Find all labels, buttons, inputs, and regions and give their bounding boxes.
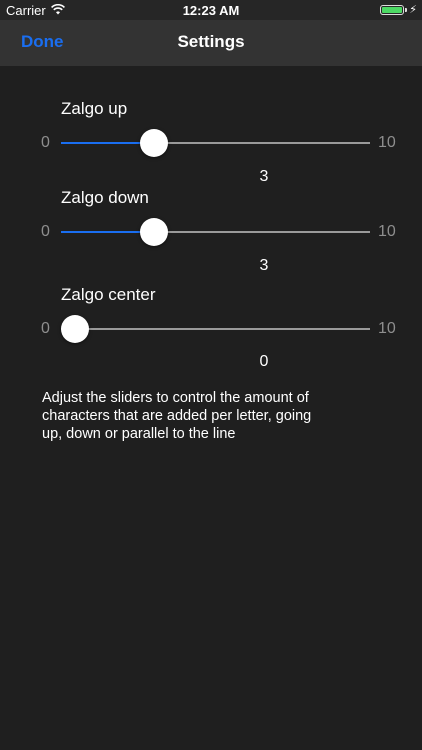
status-bar: Carrier 12:23 AM ⚡	[0, 0, 422, 20]
help-text: Adjust the sliders to control the amount…	[42, 390, 312, 442]
slider-thumb[interactable]	[139, 218, 168, 246]
charging-icon: ⚡	[409, 4, 417, 16]
slider-min-label: 0	[41, 320, 50, 337]
slider-value: 3	[259, 168, 269, 185]
slider-label: Zalgo up	[61, 99, 128, 118]
battery-fill	[382, 7, 402, 13]
slider-value: 3	[259, 257, 269, 274]
page-title: Settings	[177, 32, 245, 51]
slider-track[interactable]	[61, 218, 370, 246]
slider-track[interactable]	[61, 129, 370, 157]
clock: 12:23 AM	[182, 3, 240, 18]
slider-value: 0	[259, 353, 269, 370]
slider-min-label: 0	[41, 134, 50, 151]
battery-tip	[405, 8, 407, 12]
slider-thumb[interactable]	[139, 129, 168, 157]
slider-track[interactable]	[61, 315, 370, 343]
slider-max-label: 10	[378, 134, 396, 151]
slider-label: Zalgo center	[61, 285, 156, 304]
navigation-bar: Done Settings	[0, 20, 422, 66]
slider-min-label: 0	[41, 223, 50, 240]
slider-max-label: 10	[378, 223, 396, 240]
battery-icon	[380, 5, 404, 15]
slider-max-label: 10	[378, 320, 396, 337]
slider-thumb[interactable]	[61, 315, 89, 343]
slider-label: Zalgo down	[61, 188, 149, 207]
